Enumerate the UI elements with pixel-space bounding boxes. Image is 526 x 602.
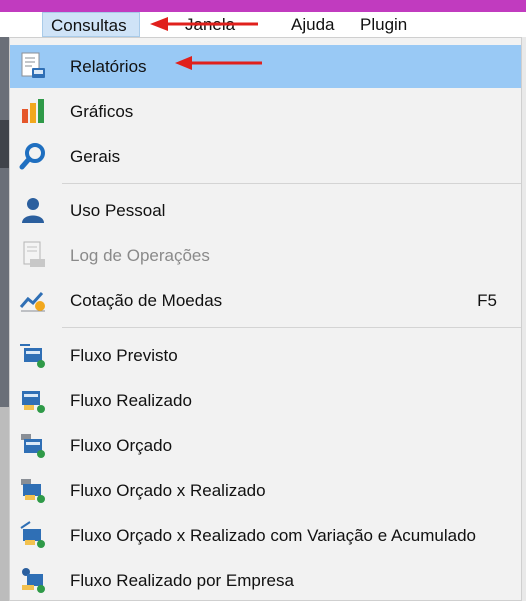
menu-item-label: Gráficos [70, 102, 134, 121]
cashflow-variation-icon [20, 521, 45, 548]
menu-item-graficos[interactable]: Gráficos [10, 90, 521, 133]
menu-item-fluxo-orcado[interactable]: Fluxo Orçado [10, 424, 521, 467]
title-bar-strip [0, 0, 526, 12]
cashflow-company-icon [22, 568, 45, 593]
cashflow-budget-vs-realized-icon [21, 479, 45, 503]
menu-item-gerais[interactable]: Gerais [10, 135, 521, 178]
annotation-arrow-menu [150, 17, 258, 31]
menu-item-label: Fluxo Realizado por Empresa [70, 571, 294, 590]
menu-item-label: Fluxo Orçado x Realizado com Variação e … [70, 526, 476, 545]
menu-item-label: Log de Operações [70, 246, 210, 265]
menu-separator [62, 183, 521, 184]
currency-chart-icon [19, 291, 45, 312]
bar-chart-icon [22, 99, 44, 123]
cashflow-realized-icon [22, 391, 45, 413]
menu-item-label: Fluxo Orçado x Realizado [70, 481, 266, 500]
menu-item-uso-pessoal[interactable]: Uso Pessoal [10, 189, 521, 232]
background-window-edge-right [522, 37, 526, 601]
menu-plugin[interactable]: Plugin [360, 12, 407, 37]
menu-item-label: Cotação de Moedas [70, 291, 223, 310]
menu-item-label: Uso Pessoal [70, 201, 166, 220]
menu-item-log-operacoes: Log de Operações [10, 234, 521, 277]
menu-consultas[interactable]: Consultas [42, 12, 140, 37]
cashflow-forecast-icon [20, 344, 45, 368]
menu-item-fluxo-realizado-empresa[interactable]: Fluxo Realizado por Empresa [10, 559, 521, 602]
log-icon [23, 241, 45, 267]
menu-item-fluxo-previsto[interactable]: Fluxo Previsto [10, 334, 521, 377]
report-icon [21, 52, 45, 78]
user-icon [22, 198, 44, 223]
menu-item-label: Fluxo Realizado [70, 391, 192, 410]
menu-item-fluxo-variacao-acumulado[interactable]: Fluxo Orçado x Realizado com Variação e … [10, 514, 521, 557]
menu-item-fluxo-realizado[interactable]: Fluxo Realizado [10, 379, 521, 422]
menu-item-label: Fluxo Previsto [70, 346, 178, 365]
menu-item-label: Relatórios [70, 57, 147, 76]
annotation-arrow-item [175, 56, 262, 70]
consultas-dropdown-menu: Relatórios Gráficos Gerais Uso Pessoal L… [9, 37, 522, 601]
menu-bar: Consultas Janela Ajuda Plugin [0, 12, 526, 37]
cashflow-budget-icon [21, 434, 45, 458]
menu-item-label: Fluxo Orçado [70, 436, 173, 455]
menu-ajuda[interactable]: Ajuda [291, 12, 334, 37]
menu-separator [62, 327, 521, 328]
background-window-edge [0, 37, 9, 601]
menu-item-cotacao-moedas[interactable]: Cotação de Moedas F5 [10, 279, 521, 322]
menu-item-shortcut: F5 [477, 291, 497, 310]
menu-item-fluxo-orcado-realizado[interactable]: Fluxo Orçado x Realizado [10, 469, 521, 512]
menu-item-label: Gerais [70, 147, 121, 166]
menu-item-relatorios[interactable]: Relatórios [10, 45, 521, 88]
search-icon [19, 143, 45, 170]
